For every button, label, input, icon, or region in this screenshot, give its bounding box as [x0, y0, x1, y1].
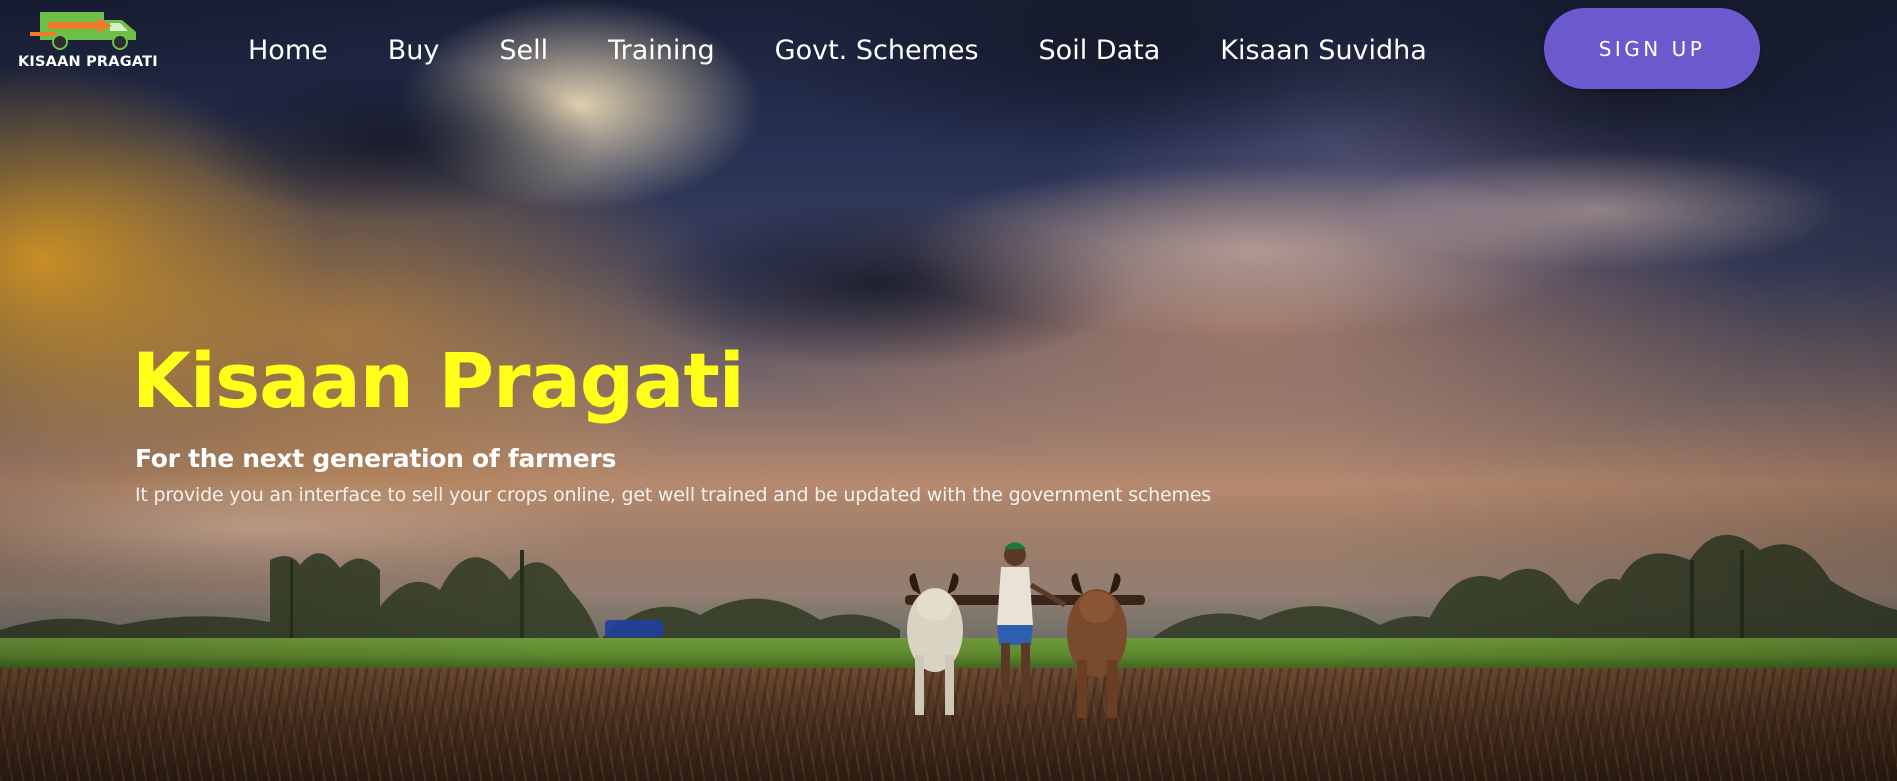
- nav-menu: Home Buy Sell Training Govt. Schemes Soi…: [248, 30, 1427, 70]
- brand-name: KISAAN PRAGATI: [18, 54, 158, 70]
- brand-logo[interactable]: KISAAN PRAGATI: [18, 8, 168, 76]
- nav-item-soil-data[interactable]: Soil Data: [1039, 35, 1161, 66]
- delivery-truck-icon: [30, 12, 136, 50]
- hero-title: Kisaan Pragati: [132, 336, 745, 425]
- nav-item-govt-schemes[interactable]: Govt. Schemes: [775, 35, 979, 66]
- nav-item-sell[interactable]: Sell: [499, 35, 548, 66]
- nav-item-home[interactable]: Home: [248, 35, 328, 66]
- nav-item-kisaan-suvidha[interactable]: Kisaan Suvidha: [1220, 35, 1427, 66]
- nav-item-buy[interactable]: Buy: [388, 35, 440, 66]
- hero-subtitle: For the next generation of farmers: [135, 444, 617, 473]
- nav-item-training[interactable]: Training: [608, 35, 715, 66]
- sign-up-button[interactable]: SIGN UP: [1544, 8, 1760, 89]
- top-navbar: KISAAN PRAGATI Home Buy Sell Training Go…: [0, 0, 1897, 98]
- hero-description: It provide you an interface to sell your…: [135, 484, 1212, 506]
